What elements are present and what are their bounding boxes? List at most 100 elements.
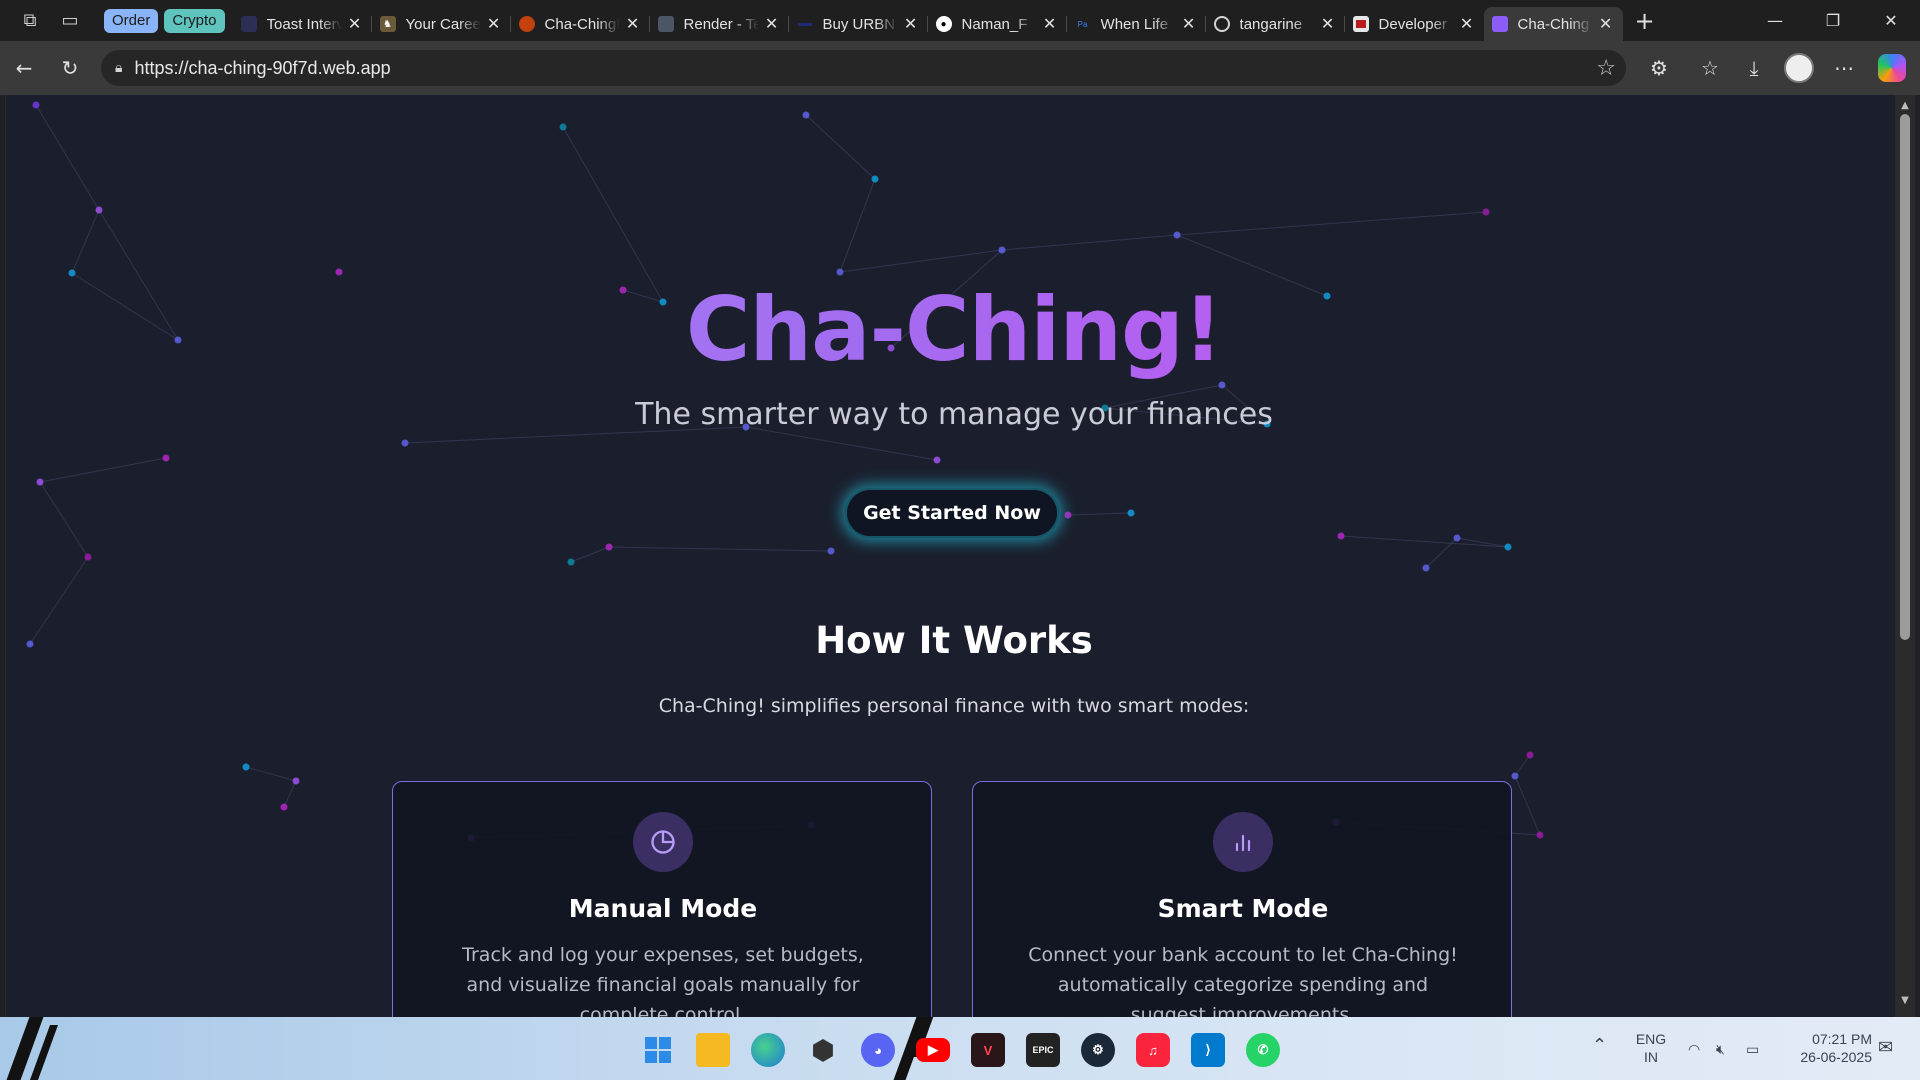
particle-link: [839, 249, 1003, 273]
vscode-icon[interactable]: ⟩: [1191, 1033, 1225, 1067]
tab-toast[interactable]: Toast Interview ✕: [233, 7, 372, 41]
scrollbar-thumb[interactable]: [1900, 114, 1910, 640]
particle-dot: [242, 763, 250, 771]
card-title: Smart Mode: [1157, 894, 1329, 923]
url-text[interactable]: https://cha-ching-90f7d.web.app: [134, 58, 390, 79]
back-button[interactable]: ←: [2, 46, 46, 90]
favorite-star-icon[interactable]: ☆: [1596, 56, 1616, 81]
favorites-icon[interactable]: ☆: [1688, 46, 1732, 90]
windows-start-icon[interactable]: [641, 1033, 675, 1067]
particle-dot: [1453, 534, 1461, 542]
particle-dot: [292, 777, 300, 785]
particle-dot: [559, 123, 567, 131]
particle-link: [839, 178, 876, 273]
tab-group-crypto[interactable]: Crypto: [164, 8, 225, 33]
tab-tangarine[interactable]: tangarine ✕: [1206, 7, 1345, 41]
extensions-icon[interactable]: ⚙: [1637, 46, 1681, 90]
particle-dot: [998, 246, 1006, 254]
language-indicator[interactable]: ENG IN: [1628, 1030, 1674, 1066]
particle-link: [805, 114, 876, 180]
wifi-icon[interactable]: ◠: [1688, 1040, 1700, 1058]
particle-dot: [1526, 751, 1534, 759]
profile-avatar[interactable]: [1777, 46, 1821, 90]
tab-title: Developer: [1378, 15, 1447, 33]
downloads-icon[interactable]: ⤓: [1732, 46, 1776, 90]
volume-muted-icon[interactable]: 🔇︎: [1716, 1040, 1725, 1058]
lock-icon[interactable]: 🔒︎: [115, 60, 122, 76]
apple-music-icon[interactable]: ♫: [1136, 1033, 1170, 1067]
tab-title: Your Career: [405, 15, 481, 33]
scroll-down-arrow[interactable]: ▼: [1899, 996, 1911, 1006]
valorant-icon[interactable]: V: [971, 1033, 1005, 1067]
vertical-tabs-icon[interactable]: ▭: [50, 0, 90, 41]
clock[interactable]: 07:21 PM 26-06-2025: [1782, 1030, 1872, 1066]
restore-button[interactable]: ❐: [1804, 0, 1862, 41]
refresh-button[interactable]: ↻: [48, 46, 92, 90]
notifications-icon[interactable]: ✉: [1878, 1038, 1893, 1056]
close-icon[interactable]: ✕: [1458, 14, 1476, 34]
close-icon[interactable]: ✕: [902, 14, 920, 34]
particle-link: [1340, 535, 1509, 548]
close-window-button[interactable]: ✕: [1862, 0, 1920, 41]
discord-icon[interactable]: ◕: [861, 1033, 895, 1067]
tab-career[interactable]: ♞ Your Career ✕: [372, 7, 511, 41]
tab-github[interactable]: ● Naman_F ✕: [928, 7, 1067, 41]
clock-date: 26-06-2025: [1800, 1049, 1872, 1065]
tab-strip: ⧉ ▭ Order Crypto Toast Interview ✕ ♞ You…: [0, 0, 1920, 41]
close-icon[interactable]: ✕: [1041, 14, 1059, 34]
particle-link: [1001, 234, 1178, 251]
close-icon[interactable]: ✕: [1597, 14, 1615, 34]
youtube-icon[interactable]: ▶: [916, 1038, 950, 1062]
whatsapp-icon[interactable]: ✆: [1246, 1033, 1280, 1067]
tray-overflow-chevron-icon[interactable]: ⌃: [1592, 1036, 1607, 1054]
steam-icon[interactable]: ⚙: [1081, 1033, 1115, 1067]
close-icon[interactable]: ✕: [763, 14, 781, 34]
pie-chart-icon: [633, 812, 693, 872]
close-icon[interactable]: ✕: [624, 14, 642, 34]
tab-cha-ching-1[interactable]: Cha-Ching! ✕: [511, 7, 650, 41]
language-secondary: IN: [1644, 1049, 1658, 1065]
workspaces-icon[interactable]: ⧉: [10, 0, 50, 41]
particle-dot: [1337, 532, 1345, 540]
get-started-button[interactable]: Get Started Now: [845, 488, 1059, 538]
tab-when-life[interactable]: Pa When Life ✕: [1067, 7, 1206, 41]
grid-icon: [240, 16, 257, 32]
epic-games-icon[interactable]: EPIC: [1026, 1033, 1060, 1067]
address-bar[interactable]: 🔒︎ https://cha-ching-90f7d.web.app ☆: [101, 50, 1626, 86]
edge-icon[interactable]: [751, 1033, 785, 1067]
file-explorer-icon[interactable]: [696, 1033, 730, 1067]
tab-title: Buy URBN: [822, 15, 896, 33]
browser-toolbar: ← ↻ 🔒︎ https://cha-ching-90f7d.web.app ☆…: [0, 41, 1920, 95]
particle-link: [283, 780, 297, 808]
copilot-icon[interactable]: [1870, 46, 1914, 90]
text-icon: Pa: [1077, 19, 1088, 29]
tab-title: When Life: [1100, 15, 1169, 33]
close-icon[interactable]: ✕: [1319, 14, 1337, 34]
close-icon[interactable]: ✕: [346, 14, 364, 34]
unity-icon[interactable]: ⬢: [806, 1033, 840, 1067]
how-it-works-subtitle: Cha-Ching! simplifies personal finance w…: [658, 695, 1250, 717]
tab-buy-urbn[interactable]: Buy URBN ✕: [789, 7, 928, 41]
particle-dot: [567, 558, 575, 566]
more-menu-icon[interactable]: ⋯: [1822, 46, 1866, 90]
tab-cha-ching-active[interactable]: Cha-Ching ✕: [1483, 7, 1623, 41]
tab-group-order[interactable]: Order: [104, 8, 159, 33]
dash-icon: [797, 16, 813, 32]
tab-title: Toast Interview: [266, 15, 342, 33]
flame-icon: [518, 16, 535, 32]
particle-dot: [32, 101, 40, 109]
particle-dot: [280, 803, 288, 811]
tab-developer[interactable]: Developer ✕: [1345, 7, 1484, 41]
app-icon: [1491, 16, 1508, 32]
close-icon[interactable]: ✕: [485, 14, 503, 34]
tab-title: Cha-Ching!: [544, 15, 620, 33]
minimize-button[interactable]: —: [1746, 0, 1804, 41]
tab-render[interactable]: Render - Te ✕: [650, 7, 789, 41]
new-tab-button[interactable]: +: [1625, 4, 1665, 38]
scroll-up-arrow[interactable]: ▲: [1899, 101, 1911, 111]
battery-icon[interactable]: ▭: [1746, 1040, 1759, 1058]
close-icon[interactable]: ✕: [1180, 14, 1198, 34]
particle-link: [39, 457, 167, 483]
particle-link: [608, 546, 832, 552]
card-description: Connect your bank account to let Cha-Chi…: [1028, 944, 1458, 1017]
